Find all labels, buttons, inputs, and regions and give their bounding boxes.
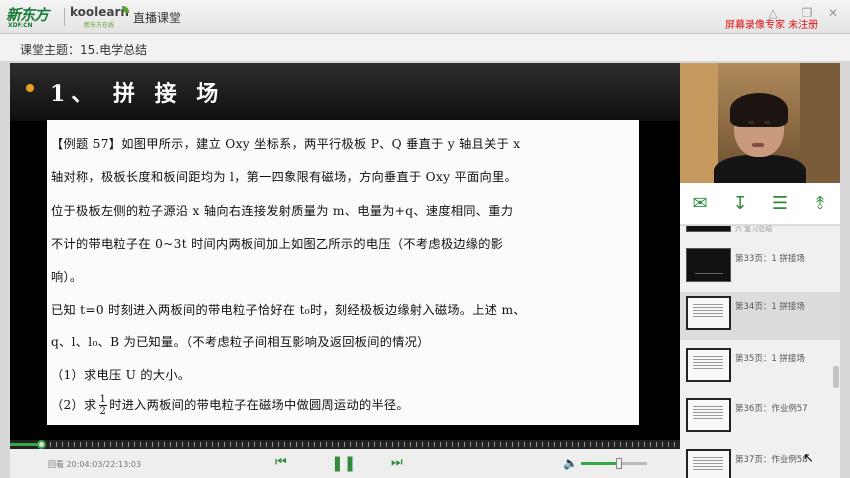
thumbnail-item[interactable]: 第33页：1 拼接场: [680, 244, 840, 292]
volume-handle[interactable]: [616, 458, 623, 469]
lesson-topic: 课堂主题：15.电学总结: [20, 43, 148, 57]
thumbnail-label: 第35页：1 拼接场: [735, 354, 805, 364]
thumbnail-item[interactable]: 第37页：作业例58: [680, 445, 840, 478]
thumbnail-image: [686, 398, 731, 432]
koolearn-logo: koolearn 新东方在线: [70, 5, 129, 29]
problem-line: 不计的带电粒子在 0~3t 时间内两板间加上如图乙所示的电压（不考虑极边缘的影: [51, 237, 504, 251]
volume-slider[interactable]: [581, 458, 647, 469]
q2-prefix: （2）求: [51, 398, 97, 412]
volume-level: [581, 462, 620, 465]
thumbnail-item-active[interactable]: 第34页：1 拼接场: [680, 292, 840, 340]
fraction-denominator: 2: [99, 406, 107, 417]
problem-line: 已知 t=0 时刻进入两板间的带电粒子恰好在 t₀时，刻经极板边缘射入磁场。上述…: [51, 303, 526, 317]
share-icon[interactable]: ⥉: [806, 190, 834, 218]
problem-line: 【例题 57】如图甲所示，建立 Oxy 坐标系，两平行极板 P、Q 垂直于 y …: [51, 137, 521, 151]
logo-divider: [64, 8, 65, 26]
thumbnail-label: 第33页：1 拼接场: [735, 254, 805, 264]
seek-ticks: [50, 442, 680, 447]
recorder-watermark: 屏幕录像专家 未注册: [725, 20, 819, 31]
playback-time: 回看 20:04:03/22:13:03: [48, 460, 142, 469]
player-controls: 回看 20:04:03/22:13:03 ⏮ ❚❚ ⏭ 🔈: [10, 449, 680, 478]
fraction-numerator: 1: [98, 394, 108, 406]
pause-icon[interactable]: ❚❚: [331, 455, 356, 471]
thumbnail-item[interactable]: 第35页：1 拼接场: [680, 344, 840, 392]
fraction: 12: [98, 394, 108, 417]
app-title: 直播课堂: [133, 11, 182, 25]
thumbnail-item[interactable]: 第36页：作业例57: [680, 394, 840, 442]
slide-header: 1、 拼 接 场: [10, 63, 680, 121]
thumbnail-image: [686, 296, 731, 330]
xdf-logo-subtext: XDF.CN: [8, 22, 33, 29]
side-toolbar: ✉ ↧ ☰ ⥉: [680, 183, 840, 225]
koolearn-logo-subtext: 新东方在线: [84, 22, 115, 29]
problem-text-box: 【例题 57】如图甲所示，建立 Oxy 坐标系，两平行极板 P、Q 垂直于 y …: [47, 120, 639, 425]
thumbnail-image: [686, 348, 731, 382]
koolearn-logo-text: koolearn: [70, 5, 129, 19]
q2-suffix: 时进入两板间的带电粒子在磁场中做圆周运动的半径。: [109, 398, 409, 412]
problem-line: 轴对称，极板长度和板间距均为 l，第一四象限有磁场，方向垂直于 Oxy 平面向里…: [51, 170, 517, 184]
thumbnail-scrollbar[interactable]: [833, 366, 839, 388]
close-icon[interactable]: ✕: [826, 6, 840, 20]
download-icon[interactable]: ↧: [726, 190, 754, 218]
thumbnail-label: 第34页：1 拼接场: [735, 302, 805, 312]
thumbnail-image[interactable]: [686, 226, 731, 232]
thumbnail-label: 六 复习总结: [735, 226, 773, 233]
problem-question-2: （2）求 1 2 时进入两板间的带电粒子在磁场中做圆周运动的半径。: [51, 394, 409, 417]
xdf-logo: 新东方 XDF.CN: [6, 4, 58, 30]
problem-line: 位于极板左侧的粒子源沿 x 轴向右连接发射质量为 m、电量为+q、速度相同、重力: [51, 204, 514, 218]
bullet-icon: [26, 84, 34, 92]
slide-section-title: 1、 拼 接 场: [50, 81, 225, 107]
thumbnail-label: 第36页：作业例57: [735, 404, 808, 414]
mouse-cursor-icon: ↖: [803, 451, 814, 466]
next-icon[interactable]: ⏭: [391, 455, 403, 471]
list-icon[interactable]: ☰: [766, 190, 794, 218]
slide-view: 1、 拼 接 场 【例题 57】如图甲所示，建立 Oxy 坐标系，两平行极板 P…: [10, 63, 680, 440]
teacher-webcam: [680, 63, 840, 183]
problem-line: q、l、l₀、B 为已知量。（不考虑粒子间相互影响及返回板间的情况）: [51, 335, 430, 349]
subject-bar: 课堂主题：15.电学总结: [0, 34, 850, 62]
volume-icon[interactable]: 🔈: [563, 456, 578, 470]
problem-line: 响）。: [51, 270, 83, 284]
top-bar: 新东方 XDF.CN koolearn 新东方在线 直播课堂 △ ❐ ✕ 屏幕录…: [0, 0, 850, 34]
seek-bar[interactable]: [10, 440, 680, 449]
thumbnail-image: [686, 248, 731, 282]
mail-icon[interactable]: ✉: [686, 190, 714, 218]
app-window: 新东方 XDF.CN koolearn 新东方在线 直播课堂 △ ❐ ✕ 屏幕录…: [0, 0, 850, 478]
slide-thumbnail-list: 六 复习总结 第33页：1 拼接场 第34页：1 拼接场 第35页：1 拼接场 …: [680, 226, 840, 478]
prev-icon[interactable]: ⏮: [275, 455, 287, 471]
thumbnail-label: 第37页：作业例58: [735, 455, 808, 465]
problem-line: （1）求电压 U 的大小。: [51, 368, 191, 382]
seek-handle[interactable]: [37, 440, 47, 449]
thumbnail-image: [686, 449, 731, 478]
